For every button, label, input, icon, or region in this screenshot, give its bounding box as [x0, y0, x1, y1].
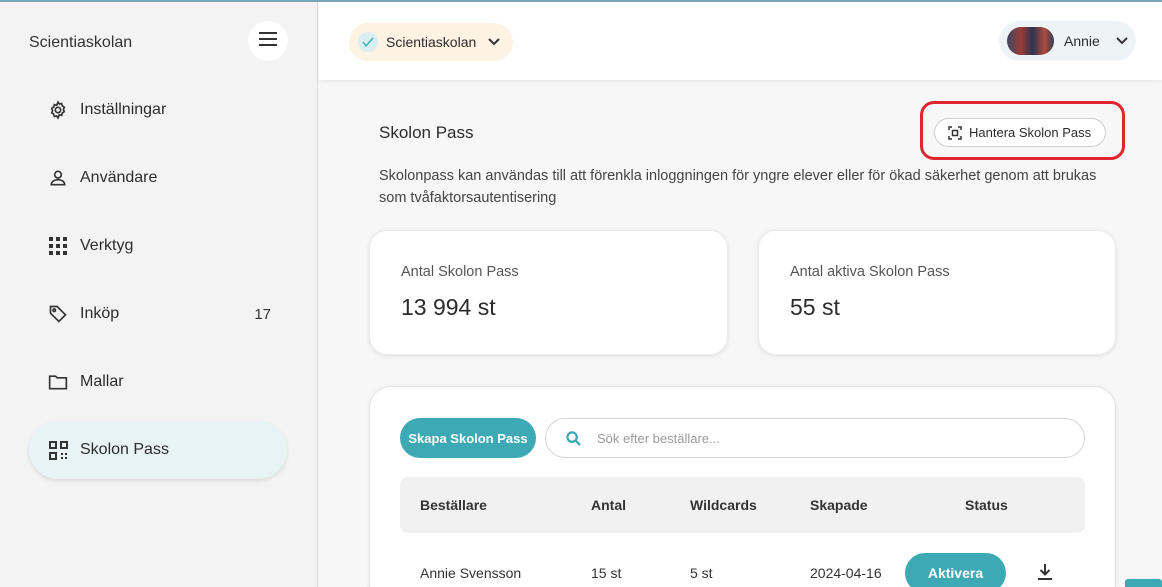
gear-icon	[47, 99, 69, 121]
school-logo-icon	[358, 32, 378, 52]
chevron-down-icon	[488, 38, 500, 46]
stat-value: 13 994 st	[401, 294, 496, 320]
qr-code-icon	[47, 439, 69, 461]
page-description: Skolonpass kan användas till att förenkl…	[379, 168, 1097, 206]
stat-card-total: Antal Skolon Pass 13 994 st	[369, 230, 728, 355]
cell-wildcards: 5 st	[690, 565, 713, 581]
sidebar-item-verktyg[interactable]: Verktyg	[29, 217, 287, 275]
stat-label: Antal aktiva Skolon Pass	[790, 264, 950, 280]
sidebar-item-label: Inställningar	[80, 101, 167, 118]
search-icon	[566, 430, 581, 446]
download-button[interactable]	[1034, 561, 1056, 583]
person-icon	[47, 167, 69, 189]
table-row: Annie Svensson 15 st 5 st 2024-04-16 Akt…	[400, 545, 1085, 587]
page-title: Skolon Pass	[379, 123, 474, 142]
sidebar: Scientiaskolan Inställningar Användare V…	[0, 2, 318, 587]
chevron-down-icon	[1116, 37, 1128, 45]
manage-button-label: Hantera Skolon Pass	[969, 125, 1092, 140]
qr-scan-icon	[948, 125, 962, 140]
folder-icon	[47, 371, 69, 393]
purchase-count-badge: 17	[254, 305, 271, 323]
tag-icon	[47, 303, 69, 325]
column-header-wildcards[interactable]: Wildcards	[690, 497, 757, 513]
sidebar-item-inkop[interactable]: Inköp 17	[29, 285, 287, 343]
column-header-created[interactable]: Skapade	[810, 497, 868, 513]
stat-label: Antal Skolon Pass	[401, 264, 519, 280]
school-selector[interactable]: Scientiaskolan	[349, 23, 513, 61]
column-header-count[interactable]: Antal	[591, 497, 626, 513]
user-menu[interactable]: Annie	[999, 21, 1136, 61]
manage-skolon-pass-button[interactable]: Hantera Skolon Pass	[934, 118, 1106, 147]
sidebar-item-installningar[interactable]: Inställningar	[29, 81, 287, 139]
grid-icon	[47, 235, 69, 257]
menu-toggle-button[interactable]	[248, 21, 288, 61]
create-skolon-pass-button[interactable]: Skapa Skolon Pass	[400, 418, 536, 458]
search-input[interactable]	[597, 430, 1047, 446]
cell-count: 15 st	[591, 565, 622, 581]
sidebar-item-anvandare[interactable]: Användare	[29, 149, 287, 207]
activate-button[interactable]: Aktivera	[905, 553, 1006, 587]
orders-card: Skapa Skolon Pass Beställare Antal Wildc…	[369, 386, 1116, 587]
sidebar-item-label: Skolon Pass	[80, 441, 169, 458]
stat-card-active: Antal aktiva Skolon Pass 55 st	[758, 230, 1116, 355]
sidebar-item-label: Inköp	[80, 305, 120, 322]
sidebar-item-label: Mallar	[80, 373, 124, 390]
column-header-orderer[interactable]: Beställare	[420, 497, 487, 513]
cell-orderer: Annie Svensson	[420, 565, 522, 581]
column-header-status[interactable]: Status	[965, 497, 1008, 513]
sidebar-brand: Scientiaskolan	[29, 34, 133, 51]
top-header: Scientiaskolan Annie	[319, 2, 1162, 80]
sidebar-item-label: Verktyg	[80, 237, 134, 254]
sidebar-item-label: Användare	[80, 169, 158, 186]
cell-created: 2024-04-16	[810, 565, 882, 581]
table-header: Beställare Antal Wildcards Skapade Statu…	[400, 477, 1085, 533]
sidebar-item-mallar[interactable]: Mallar	[29, 353, 287, 411]
search-field[interactable]	[545, 418, 1085, 458]
download-icon	[1036, 563, 1054, 581]
sidebar-item-skolon-pass[interactable]: Skolon Pass	[29, 421, 287, 479]
help-tab[interactable]	[1125, 579, 1162, 587]
hamburger-icon	[259, 31, 277, 51]
avatar	[1007, 27, 1054, 55]
stat-value: 55 st	[790, 294, 840, 320]
user-name: Annie	[1064, 33, 1100, 49]
school-name: Scientiaskolan	[386, 34, 477, 50]
